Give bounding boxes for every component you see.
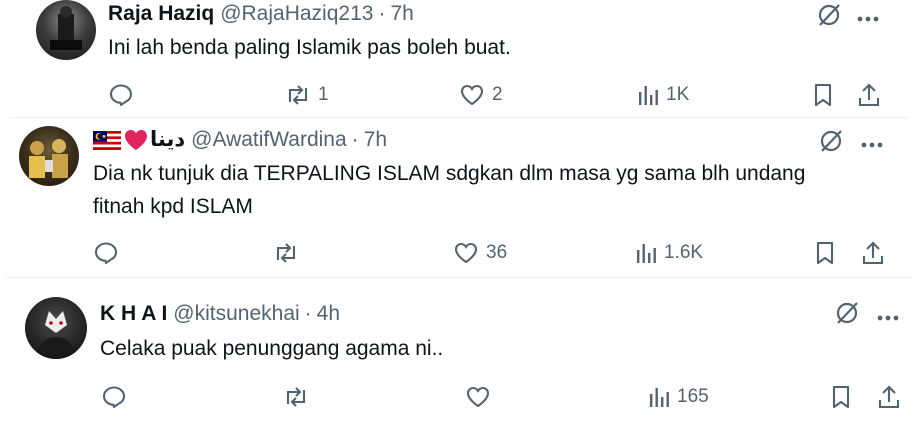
display-name[interactable]: K H A I: [100, 301, 167, 327]
repost-icon: [284, 82, 312, 108]
grok-icon[interactable]: [818, 128, 844, 159]
more-icon[interactable]: [856, 10, 880, 28]
avatar[interactable]: [36, 0, 96, 60]
timestamp[interactable]: 7h: [390, 1, 413, 27]
reply-button[interactable]: [108, 82, 134, 108]
tweet-text-line: Dia nk tunjuk dia TERPALING ISLAM sdgkan…: [93, 162, 806, 185]
like-icon: [452, 240, 480, 266]
like-button[interactable]: 2: [458, 82, 503, 108]
like-button[interactable]: 36: [452, 240, 507, 266]
user-handle[interactable]: @RajaHaziq213: [220, 1, 373, 27]
views-icon: [634, 240, 658, 266]
more-icon[interactable]: [860, 136, 884, 154]
like-button[interactable]: [464, 384, 492, 410]
user-handle[interactable]: @AwatifWardina: [191, 127, 347, 153]
repost-button[interactable]: [282, 384, 310, 410]
reply-icon: [101, 384, 127, 410]
avatar[interactable]: [25, 297, 87, 359]
bookmark-button[interactable]: [812, 82, 834, 108]
reply-button[interactable]: [101, 384, 127, 410]
red-heart-icon: [124, 129, 148, 151]
avatar[interactable]: [19, 126, 79, 186]
share-button[interactable]: [860, 240, 886, 266]
views-count: 165: [677, 386, 709, 407]
bookmark-button[interactable]: [830, 384, 852, 410]
user-handle[interactable]: @kitsunekhai: [173, 301, 299, 327]
repost-button[interactable]: [272, 240, 300, 266]
views-icon: [647, 384, 671, 410]
share-button[interactable]: [876, 384, 902, 410]
separator: ·: [378, 2, 386, 25]
display-name[interactable]: Raja Haziq: [108, 1, 214, 27]
malaysia-flag-icon: [93, 130, 121, 150]
views-count: 1K: [666, 84, 690, 105]
tweet-header: Raja Haziq @RajaHaziq213 · 7h: [108, 1, 414, 27]
tweet-text: Dia nk tunjuk dia TERPALING ISLAM sdgkan…: [93, 157, 903, 223]
bookmark-icon: [830, 384, 852, 410]
like-icon: [458, 82, 486, 108]
display-name[interactable]: دينا: [150, 127, 185, 153]
separator: ·: [304, 302, 312, 325]
views-button[interactable]: 165: [647, 384, 709, 410]
like-count: 36: [486, 242, 508, 263]
bookmark-icon: [812, 82, 834, 108]
share-button[interactable]: [856, 82, 882, 108]
share-icon: [876, 384, 902, 410]
bookmark-button[interactable]: [814, 240, 836, 266]
reply-icon: [93, 240, 119, 266]
like-count: 2: [492, 84, 503, 105]
timestamp[interactable]: 4h: [317, 301, 340, 327]
tweet-2[interactable]: دينا @AwatifWardina · 7h Dia nk tunjuk d…: [0, 118, 918, 278]
bookmark-icon: [814, 240, 836, 266]
tweet-text-line: fitnah kpd ISLAM: [93, 195, 253, 218]
views-count: 1.6K: [664, 242, 704, 263]
tweet-3[interactable]: K H A I @kitsunekhai · 4h Celaka puak pe…: [0, 278, 918, 421]
tweet-text: Ini lah benda paling Islamik pas boleh b…: [108, 36, 511, 59]
share-icon: [856, 82, 882, 108]
share-icon: [860, 240, 886, 266]
tweet-1[interactable]: Raja Haziq @RajaHaziq213 · 7h Ini lah be…: [10, 0, 908, 118]
views-button[interactable]: 1.6K: [634, 240, 703, 266]
like-icon: [464, 384, 492, 410]
repost-icon: [282, 384, 310, 410]
reply-icon: [108, 82, 134, 108]
more-icon[interactable]: [876, 309, 900, 327]
grok-icon[interactable]: [816, 2, 842, 33]
repost-icon: [272, 240, 300, 266]
grok-icon[interactable]: [834, 300, 860, 331]
repost-button[interactable]: 1: [284, 82, 329, 108]
repost-count: 1: [318, 84, 329, 105]
tweet-header: دينا @AwatifWardina · 7h: [93, 127, 387, 153]
tweet-header: K H A I @kitsunekhai · 4h: [100, 301, 340, 327]
views-button[interactable]: 1K: [636, 82, 689, 108]
separator: ·: [351, 128, 359, 151]
reply-button[interactable]: [93, 240, 119, 266]
timestamp[interactable]: 7h: [364, 127, 387, 153]
views-icon: [636, 82, 660, 108]
tweet-text: Celaka puak penunggang agama ni..: [100, 337, 444, 360]
